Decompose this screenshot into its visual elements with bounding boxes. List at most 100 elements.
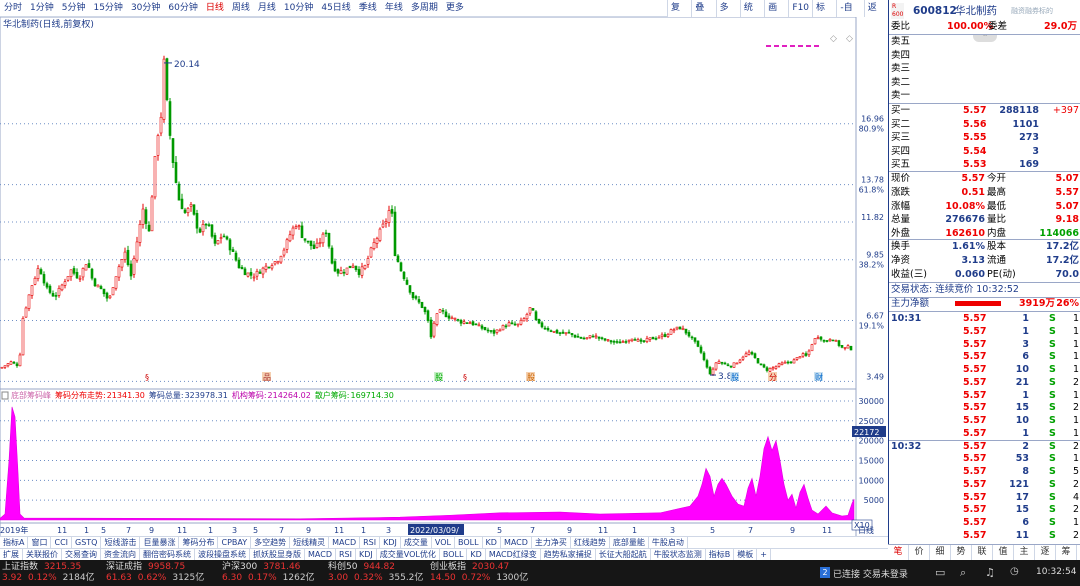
- period-10[interactable]: 45日线: [317, 0, 354, 16]
- extended-tab[interactable]: 趋势私家捕捉: [541, 549, 596, 560]
- extended-tab[interactable]: 指标B: [706, 549, 735, 560]
- sell-level[interactable]: 卖一: [889, 89, 1080, 103]
- tool-button-1[interactable]: 叠加: [691, 0, 715, 30]
- indicator-tab[interactable]: KD: [483, 537, 501, 548]
- index-item[interactable]: 沪深300 3781.46 6.30 0.17% 1262亿: [222, 562, 322, 584]
- period-5[interactable]: 60分钟: [164, 0, 201, 16]
- period-11[interactable]: 季线: [355, 0, 381, 16]
- tool-button-8[interactable]: 返回: [863, 0, 888, 30]
- extended-tab[interactable]: RSI: [336, 549, 356, 560]
- quote-tab[interactable]: 主: [1014, 545, 1035, 560]
- indicator-tab[interactable]: 成交量: [401, 537, 432, 548]
- kline-chart-area[interactable]: 16.96 80.9% 13.78 61.8% 11.82 9.85 38.2% 6.67 19…: [0, 16, 888, 547]
- quote-tab[interactable]: 值: [993, 545, 1014, 560]
- index-item[interactable]: 深证成指 9958.75 61.63 0.62% 3125亿: [106, 562, 206, 584]
- index-item[interactable]: 创业板指 2030.47 14.50 0.72% 1300亿: [430, 562, 530, 584]
- extended-tab[interactable]: MACD: [305, 549, 336, 560]
- extended-tab[interactable]: MACD红绿变: [486, 549, 541, 560]
- indicator-tab[interactable]: RSI: [360, 537, 381, 548]
- tool-button-3[interactable]: 统计: [739, 0, 764, 30]
- tool-button-4[interactable]: 画线: [764, 0, 788, 30]
- extended-tab[interactable]: 关联报价: [23, 549, 62, 560]
- alarm-icon[interactable]: ♫: [985, 566, 995, 579]
- indicator-tab[interactable]: 巨量暴涨: [140, 537, 180, 548]
- index-item[interactable]: 上证指数 3215.35 3.92 0.12% 2184亿: [2, 562, 102, 584]
- period-12[interactable]: 年线: [381, 0, 407, 16]
- period-1[interactable]: 1分钟: [26, 0, 58, 16]
- buy-level[interactable]: 买三 5.55 273: [889, 131, 1080, 145]
- quote-tab[interactable]: 逐: [1035, 545, 1056, 560]
- extended-tab[interactable]: 长征大船起航: [596, 549, 651, 560]
- chip-toggle-icon[interactable]: [1, 391, 9, 400]
- indicator-tab[interactable]: 指标A: [0, 537, 29, 548]
- tool-button-2[interactable]: 多股: [715, 0, 740, 30]
- screen-icon[interactable]: ▭: [935, 566, 945, 579]
- buy-level[interactable]: 买一 5.57 288118 +397: [889, 104, 1080, 118]
- extended-tab[interactable]: +: [757, 549, 771, 560]
- extended-tab[interactable]: 模板: [734, 549, 758, 560]
- extended-tab[interactable]: 抓妖股显身版: [250, 549, 305, 560]
- event-marker[interactable]: 品: [263, 373, 271, 382]
- indicator-tab[interactable]: 红线趋势: [571, 537, 610, 548]
- period-3[interactable]: 15分钟: [89, 0, 126, 16]
- indicator-tab[interactable]: MACD: [501, 537, 532, 548]
- indicator-tab[interactable]: 筹码分布: [179, 537, 219, 548]
- period-13[interactable]: 多周期: [407, 0, 442, 16]
- event-marker[interactable]: §: [463, 373, 467, 382]
- event-marker[interactable]: 股: [435, 373, 443, 382]
- extended-tab[interactable]: 交易查询: [62, 549, 101, 560]
- indicator-tab[interactable]: 底部量能: [610, 537, 649, 548]
- tool-button-7[interactable]: -自选: [836, 0, 863, 30]
- period-4[interactable]: 30分钟: [127, 0, 164, 16]
- extended-tab[interactable]: 牛股状态监测: [651, 549, 706, 560]
- tool-button-5[interactable]: F10: [788, 0, 812, 17]
- indicator-tab[interactable]: KDJ: [380, 537, 401, 548]
- indicator-tab[interactable]: VOL: [432, 537, 455, 548]
- period-6[interactable]: 日线: [202, 0, 228, 16]
- index-item[interactable]: 科创50 944.82 3.00 0.32% 355.2亿: [328, 562, 428, 584]
- event-marker[interactable]: 财: [815, 372, 823, 382]
- quote-tab[interactable]: 价: [909, 545, 930, 560]
- event-marker[interactable]: 分: [769, 373, 777, 382]
- indicator-tab[interactable]: BOLL: [455, 537, 483, 548]
- quote-tab[interactable]: 势: [951, 545, 972, 560]
- connection-status[interactable]: 已连接 交易未登录: [833, 567, 908, 580]
- event-marker[interactable]: 股: [731, 373, 739, 382]
- extended-tab[interactable]: 波段操盘系统: [195, 549, 250, 560]
- quote-tab[interactable]: 细: [930, 545, 951, 560]
- indicator-tab[interactable]: CPBAY: [218, 537, 252, 548]
- kline-chart[interactable]: 16.9680.9%13.7861.8%11.829.8538.2%6.6719…: [0, 16, 888, 538]
- diamond-icon[interactable]: ◇: [830, 34, 837, 44]
- extended-tab[interactable]: 翻倍密码系统: [140, 549, 195, 560]
- indicator-tab[interactable]: 主力净买: [532, 537, 571, 548]
- period-9[interactable]: 10分钟: [280, 0, 317, 16]
- indicator-tab[interactable]: 多空趋势: [251, 537, 291, 548]
- period-14[interactable]: 更多: [442, 0, 468, 16]
- indicator-tab[interactable]: GSTQ: [72, 537, 102, 548]
- sell-level[interactable]: 卖二: [889, 76, 1080, 90]
- sell-level[interactable]: 卖五: [889, 35, 1080, 49]
- extended-tab[interactable]: KD: [467, 549, 486, 560]
- pin-icon[interactable]: ◇: [846, 34, 853, 44]
- buy-level[interactable]: 买四 5.54 3: [889, 145, 1080, 159]
- sell-level[interactable]: 卖四: [889, 49, 1080, 63]
- extended-tab[interactable]: KDJ: [356, 549, 377, 560]
- extended-tab[interactable]: 成交量VOL优化: [377, 549, 440, 560]
- tool-button-0[interactable]: 复权: [667, 0, 691, 30]
- extended-tab[interactable]: BOLL: [440, 549, 468, 560]
- period-7[interactable]: 周线: [228, 0, 254, 16]
- indicator-tab[interactable]: CCI: [51, 537, 73, 548]
- tool-button-6[interactable]: 标记: [812, 0, 836, 30]
- period-0[interactable]: 分时: [0, 0, 26, 16]
- search-icon[interactable]: ⌕: [960, 566, 966, 580]
- indicator-tab[interactable]: 窗口: [28, 537, 52, 548]
- quote-tab[interactable]: 筹: [1056, 545, 1077, 560]
- indicator-tab[interactable]: MACD: [329, 537, 361, 548]
- indicator-tab[interactable]: 短线精灵: [290, 537, 330, 548]
- extended-tab[interactable]: 资金流向: [101, 549, 140, 560]
- period-2[interactable]: 5分钟: [58, 0, 90, 16]
- event-marker[interactable]: §: [145, 373, 149, 382]
- indicator-tab[interactable]: 牛股启动: [649, 537, 688, 548]
- indicator-tab[interactable]: 短线游击: [101, 537, 141, 548]
- period-8[interactable]: 月线: [254, 0, 280, 16]
